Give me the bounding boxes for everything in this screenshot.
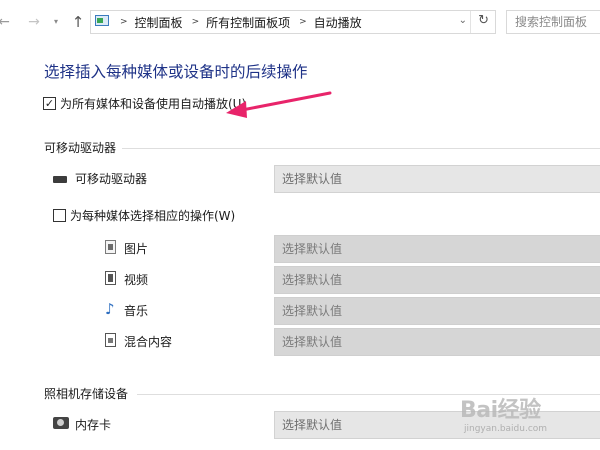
back-arrow-icon[interactable]: ← — [0, 12, 12, 32]
watermark: Bai经验 jingyan.baidu.com — [460, 392, 600, 442]
memory-card-label: 内存卡 — [75, 418, 112, 432]
per-media-checkbox-label[interactable]: 为每种媒体选择相应的操作(W) — [70, 207, 235, 224]
breadcrumb-autoplay[interactable]: 自动播放 — [314, 14, 362, 31]
section-title-removable: 可移动驱动器 — [44, 141, 117, 155]
page-title: 选择插入每种媒体或设备时的后续操作 — [44, 63, 308, 81]
media-label-mixed: 混合内容 — [124, 335, 173, 349]
media-label-video: 视频 — [124, 273, 149, 287]
control-panel-icon — [95, 15, 111, 29]
removable-drive-icon — [53, 176, 67, 183]
media-label-pictures: 图片 — [124, 242, 149, 256]
mixed-content-select[interactable]: 选择默认值 — [274, 328, 600, 356]
section-divider — [122, 148, 600, 149]
music-icon: ♪ — [105, 300, 115, 318]
section-title-camera: 照相机存储设备 — [44, 387, 129, 401]
address-box[interactable]: > 控制面板 > 所有控制面板项 > 自动播放 ⌄ ↻ — [90, 10, 496, 34]
pictures-select[interactable]: 选择默认值 — [274, 235, 600, 263]
breadcrumb-separator-icon: > — [191, 17, 200, 27]
watermark-logo-text: Bai经验 — [460, 398, 541, 423]
autoplay-checkbox-label[interactable]: 为所有媒体和设备使用自动播放(U) — [60, 95, 246, 112]
media-label-music: 音乐 — [124, 304, 149, 318]
music-select[interactable]: 选择默认值 — [274, 297, 600, 325]
per-media-checkbox[interactable] — [53, 209, 66, 222]
watermark-url: jingyan.baidu.com — [464, 424, 548, 434]
breadcrumb-control-panel[interactable]: 控制面板 — [135, 14, 183, 31]
mixed-content-icon — [105, 333, 116, 347]
address-divider — [470, 11, 471, 33]
breadcrumb-all-items[interactable]: 所有控制面板项 — [206, 14, 290, 31]
address-bar-region: ← → ▾ ↑ > 控制面板 > 所有控制面板项 > 自动播放 ⌄ ↻ 搜索控制… — [0, 0, 600, 44]
video-select[interactable]: 选择默认值 — [274, 266, 600, 294]
removable-drive-select[interactable]: 选择默认值 — [274, 165, 600, 193]
breadcrumb-separator-icon: > — [299, 17, 307, 27]
memory-card-icon — [53, 417, 69, 429]
search-input[interactable]: 搜索控制面板 — [506, 10, 600, 34]
forward-arrow-icon[interactable]: → — [26, 12, 42, 32]
recent-locations-chevron-icon[interactable]: ▾ — [48, 12, 64, 32]
removable-drive-label: 可移动驱动器 — [75, 172, 148, 186]
breadcrumb-separator-icon: > — [120, 17, 128, 27]
address-dropdown-icon[interactable]: ⌄ — [459, 15, 467, 26]
picture-icon — [105, 240, 116, 254]
refresh-icon[interactable]: ↻ — [478, 13, 489, 28]
video-icon — [105, 271, 116, 285]
autoplay-checkbox[interactable]: ✓ — [43, 97, 56, 110]
up-arrow-icon[interactable]: ↑ — [70, 12, 86, 32]
